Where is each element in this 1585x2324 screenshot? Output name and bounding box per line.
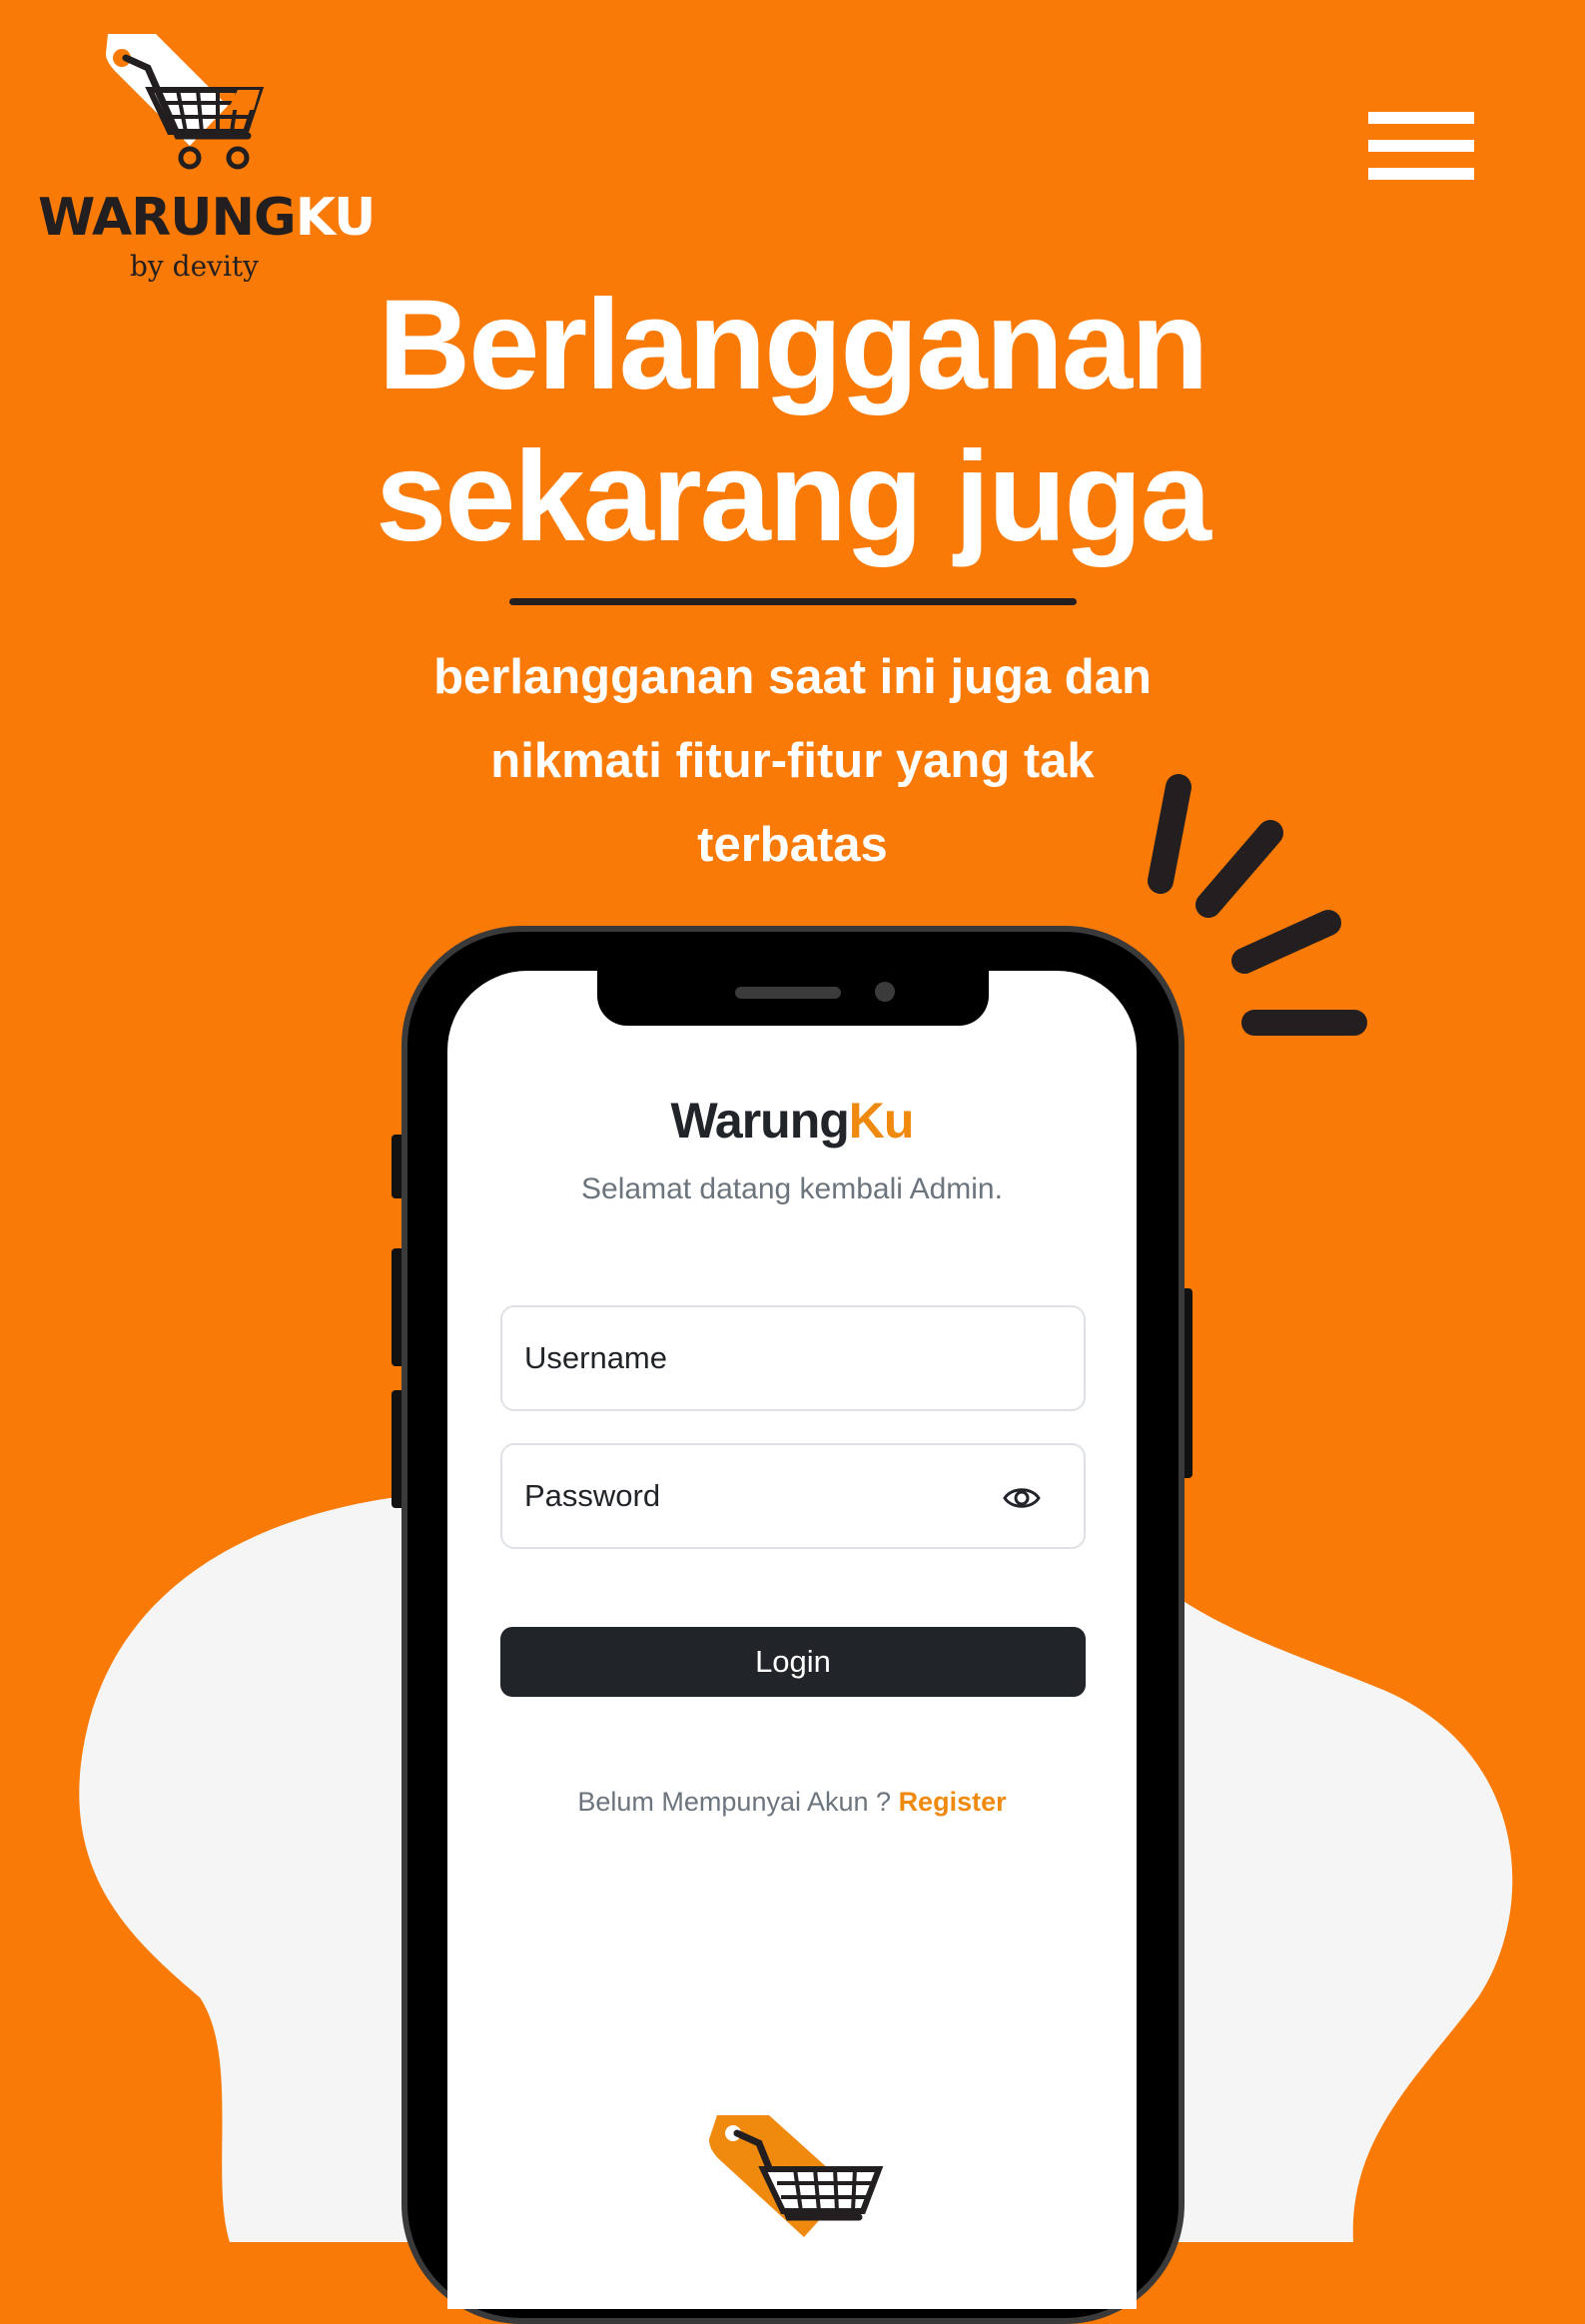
- hero-title-line-2: sekarang juga: [376, 425, 1211, 568]
- hamburger-menu-icon[interactable]: [1368, 108, 1474, 184]
- register-prompt: Belum Mempunyai Akun ? Register: [447, 1787, 1137, 1818]
- password-input[interactable]: [524, 1445, 1004, 1547]
- phone-speaker: [735, 987, 841, 999]
- cart-tag-icon: [106, 34, 265, 170]
- password-field[interactable]: [500, 1443, 1086, 1549]
- welcome-text: Selamat datang kembali Admin.: [581, 1172, 1003, 1205]
- logo-wordmark: WARUNGKU: [38, 188, 376, 248]
- warungku-logo[interactable]: WARUNGKU by devity: [38, 28, 376, 288]
- register-link[interactable]: Register: [899, 1787, 1007, 1817]
- username-field[interactable]: [500, 1305, 1086, 1411]
- title-divider: [509, 598, 1077, 605]
- hero-title: Berlangganan sekarang juga: [200, 270, 1385, 573]
- username-input[interactable]: [524, 1307, 1004, 1409]
- login-button[interactable]: Login: [500, 1627, 1086, 1697]
- app-logo-text: WarungKu: [670, 1093, 915, 1149]
- phone-camera: [875, 982, 895, 1002]
- hero-subtitle-line-1: berlangganan saat ini juga dan: [433, 650, 1152, 704]
- hero-title-line-1: Berlangganan: [378, 274, 1209, 416]
- register-prompt-text: Belum Mempunyai Akun ?: [577, 1787, 892, 1817]
- hero-subtitle-line-3: terbatas: [697, 818, 888, 872]
- hero-subtitle-line-2: nikmati fitur-fitur yang tak: [490, 734, 1095, 788]
- eye-icon[interactable]: [1002, 1478, 1042, 1518]
- app-cart-logo-icon: [709, 2115, 884, 2237]
- hero-subtitle: berlangganan saat ini juga dan nikmati f…: [380, 635, 1205, 887]
